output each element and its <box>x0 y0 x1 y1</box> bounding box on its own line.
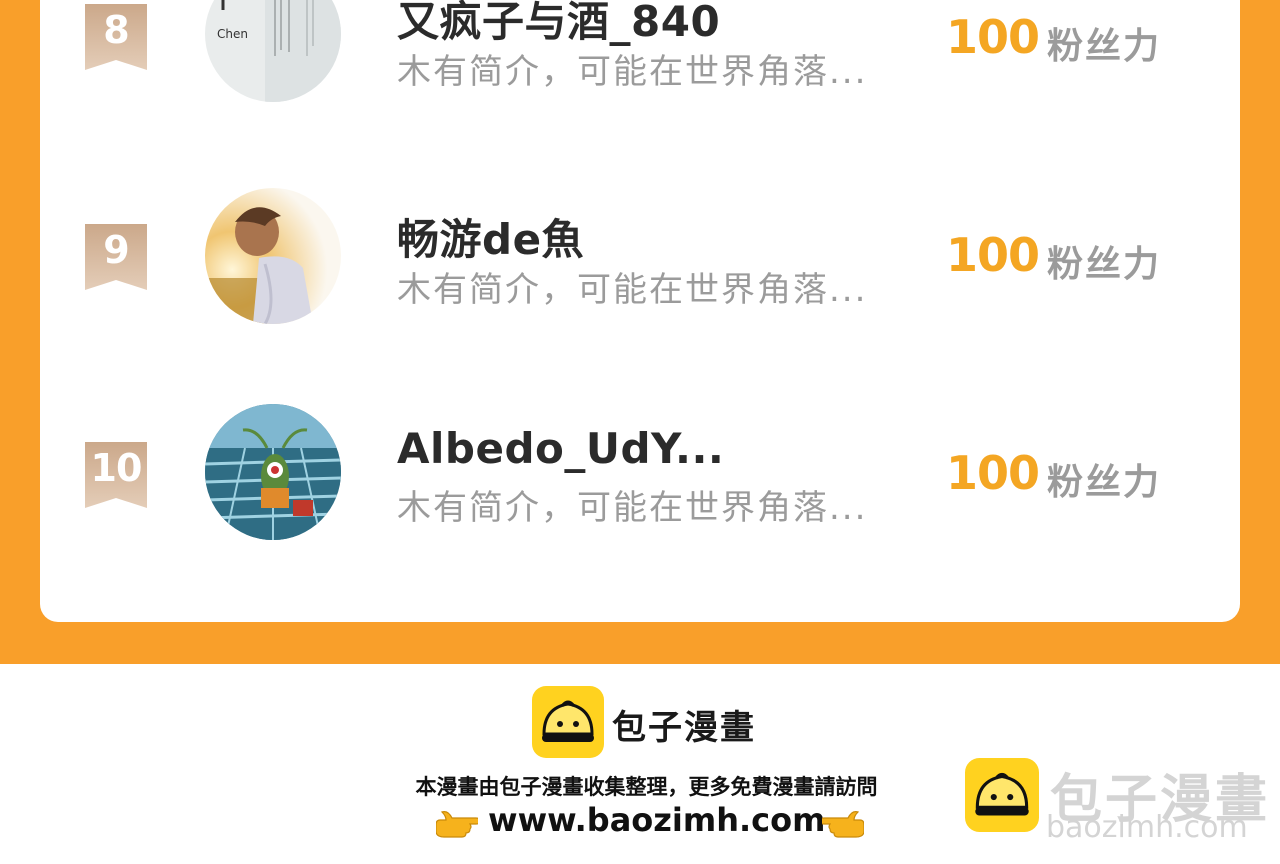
corner-url-watermark: baozimh.com <box>1046 810 1248 845</box>
fan-ranking-card: 8 Chen 又疯子与酒_840 木有简介，可能在世界角落... 100 粉丝力 <box>40 0 1240 622</box>
rank-number: 9 <box>103 228 129 272</box>
user-avatar[interactable] <box>205 188 341 324</box>
fan-power-unit: 粉丝力 <box>1047 244 1162 285</box>
username[interactable]: 又疯子与酒_840 <box>397 0 720 49</box>
rank-number: 8 <box>103 8 129 52</box>
fan-power-unit: 粉丝力 <box>1047 462 1162 503</box>
user-bio: 木有简介，可能在世界角落... <box>397 488 868 528</box>
calligraphy-avatar-icon: Chen <box>205 0 341 102</box>
brand-name: 包子漫畫 <box>612 708 756 748</box>
ranking-row[interactable]: 9 畅游de魚 木有简介，可能在世界角落... 100 粉丝力 <box>40 188 1240 330</box>
rank-badge: 10 <box>85 442 147 508</box>
svg-text:Chen: Chen <box>217 27 248 41</box>
username[interactable]: Albedo_UdY... <box>397 424 724 473</box>
fan-power-value: 100 <box>946 446 1040 500</box>
rank-badge: 8 <box>85 4 147 70</box>
fan-power-value: 100 <box>946 10 1040 64</box>
boy-sunset-avatar-icon <box>205 188 341 324</box>
site-url-link[interactable]: www.baozimh.com <box>488 801 825 839</box>
fan-power-value: 100 <box>946 228 1040 282</box>
ranking-row[interactable]: 8 Chen 又疯子与酒_840 木有简介，可能在世界角落... 100 粉丝力 <box>40 0 1240 120</box>
bun-logo-icon <box>965 758 1039 832</box>
user-avatar[interactable]: Chen <box>205 0 341 102</box>
fan-power-unit: 粉丝力 <box>1047 26 1162 67</box>
rank-number: 10 <box>90 446 143 490</box>
pointing-hand-icon <box>435 806 481 838</box>
pointing-hand-icon <box>819 806 865 838</box>
user-avatar[interactable] <box>205 404 341 540</box>
bun-logo-icon <box>532 686 604 758</box>
plankton-cartoon-avatar-icon <box>205 404 341 540</box>
user-bio: 木有简介，可能在世界角落... <box>397 52 868 92</box>
user-bio: 木有简介，可能在世界角落... <box>397 270 868 310</box>
ranking-row[interactable]: 10 Albedo_UdY... 木有简介，可能在世界角落... 100 粉丝力 <box>40 404 1240 548</box>
username[interactable]: 畅游de魚 <box>397 206 584 267</box>
rank-badge: 9 <box>85 224 147 290</box>
